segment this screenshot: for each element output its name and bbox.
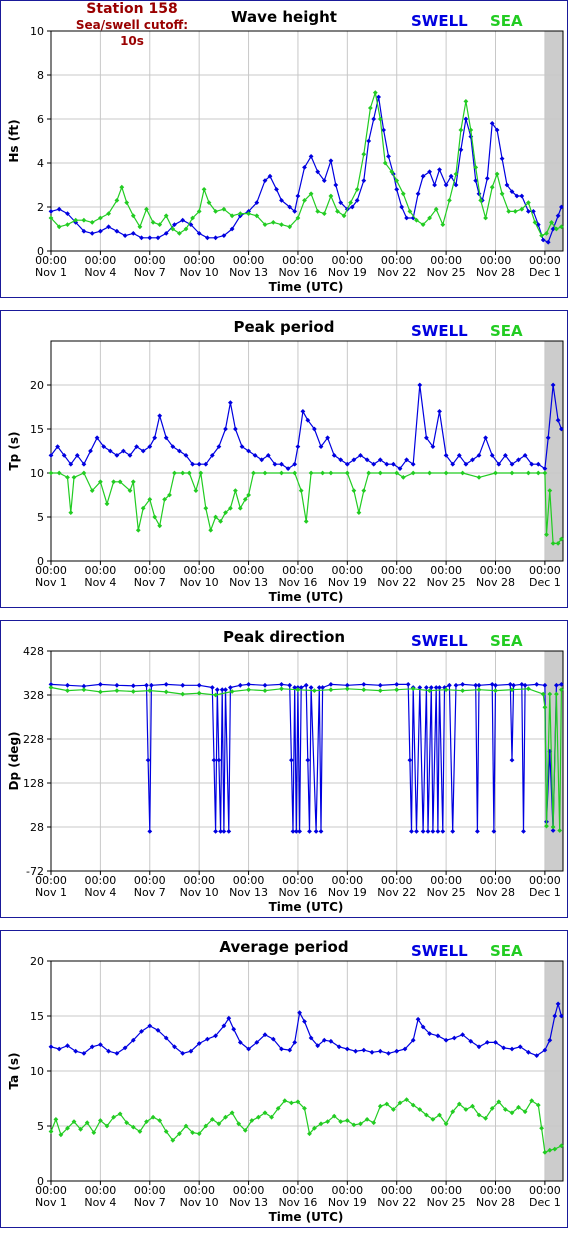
plot-area — [51, 341, 563, 561]
y-tick-label: 10 — [30, 1065, 44, 1078]
chart-title: Peak period — [234, 318, 335, 336]
shaded-region — [544, 31, 563, 251]
x-tick-date-label: Nov 4 — [84, 266, 116, 279]
legend-sea: SEA — [490, 632, 523, 650]
cutoff-note: Sea/swell cutoff: 10s — [75, 18, 189, 48]
x-tick-date-label: Nov 13 — [229, 266, 268, 279]
x-axis-label: Time (UTC) — [269, 280, 344, 294]
y-tick-label: 328 — [23, 689, 44, 702]
y-axis-label: Dp (deg) — [7, 731, 21, 790]
y-tick-label: 10 — [30, 467, 44, 480]
chart-panel-wave-height: 0 2 4 6 8 10 00:00 Nov 1 00:00 Nov 4 00:00 Nov 7 00:… — [0, 0, 568, 298]
legend-sea: SEA — [490, 12, 523, 30]
x-tick-date-label: Nov 10 — [180, 886, 219, 899]
x-tick-date-label: Nov 13 — [229, 886, 268, 899]
x-axis-label: Time (UTC) — [269, 1210, 344, 1224]
x-tick-date-label: Nov 19 — [328, 576, 367, 589]
chart-panel-peak-period: 0 5 10 15 20 00:00 Nov 1 00:00 Nov 4 00:00 Nov 7 00… — [0, 310, 568, 608]
legend-swell: SWELL — [411, 632, 468, 650]
chart-panel-peak-direction: -72 28 128 228 328 428 00:00 Nov 1 00:00 Nov 4 00:… — [0, 620, 568, 918]
y-axis-label: Hs (ft) — [7, 119, 21, 162]
y-tick-label: 128 — [23, 777, 44, 790]
y-tick-label: 8 — [37, 69, 44, 82]
x-tick-date-label: Nov 4 — [84, 886, 116, 899]
y-tick-label: 2 — [37, 201, 44, 214]
station-name: Station 158 — [86, 1, 178, 17]
legend-sea: SEA — [490, 322, 523, 340]
peak-direction-chart: -722812822832842800:00Nov 100:00Nov 400:… — [7, 628, 564, 914]
x-tick-date-label: Nov 22 — [377, 886, 416, 899]
x-tick-date-label: Nov 4 — [84, 576, 116, 589]
y-tick-label: 428 — [23, 645, 44, 658]
x-tick-date-label: Dec 1 — [529, 1196, 561, 1209]
x-tick-date-label: Nov 7 — [134, 1196, 166, 1209]
x-tick-date-label: Nov 25 — [427, 576, 466, 589]
x-tick-date-label: Nov 25 — [427, 886, 466, 899]
y-tick-label: 5 — [37, 511, 44, 524]
x-tick-date-label: Nov 28 — [476, 576, 515, 589]
x-axis-label: Time (UTC) — [269, 900, 344, 914]
chart-title: Average period — [219, 938, 348, 956]
x-tick-date-label: Nov 22 — [377, 1196, 416, 1209]
legend-sea: SEA — [490, 942, 523, 960]
x-tick-date-label: Nov 7 — [134, 266, 166, 279]
x-tick-date-label: Nov 16 — [278, 576, 317, 589]
x-tick-date-label: Nov 10 — [180, 1196, 219, 1209]
x-tick-date-label: Nov 7 — [134, 576, 166, 589]
x-tick-date-label: Nov 16 — [278, 1196, 317, 1209]
x-tick-date-label: Nov 25 — [427, 266, 466, 279]
x-tick-date-label: Nov 19 — [328, 1196, 367, 1209]
y-tick-label: 4 — [37, 157, 44, 170]
x-tick-date-label: Nov 22 — [377, 576, 416, 589]
x-tick-date-label: Dec 1 — [529, 576, 561, 589]
x-tick-date-label: Nov 1 — [35, 1196, 67, 1209]
y-tick-label: 20 — [30, 955, 44, 968]
legend-swell: SWELL — [411, 322, 468, 340]
x-tick-date-label: Nov 22 — [377, 266, 416, 279]
x-tick-date-label: Dec 1 — [529, 266, 561, 279]
x-tick-date-label: Nov 28 — [476, 886, 515, 899]
x-tick-date-label: Nov 28 — [476, 1196, 515, 1209]
x-tick-date-label: Nov 13 — [229, 576, 268, 589]
y-axis-label: Ta (s) — [7, 1052, 21, 1089]
x-tick-date-label: Nov 19 — [328, 266, 367, 279]
shaded-region — [544, 341, 563, 561]
station-header: Station 158 Sea/swell cutoff: 10s — [67, 1, 197, 49]
y-tick-label: 10 — [30, 25, 44, 38]
y-tick-label: 228 — [23, 733, 44, 746]
y-tick-label: 15 — [30, 423, 44, 436]
x-tick-date-label: Nov 7 — [134, 886, 166, 899]
chart-panel-average-period: 0 5 10 15 20 00:00 Nov 1 00:00 Nov 4 00:00 Nov 7 00… — [0, 930, 568, 1228]
average-period-chart: 0510152000:00Nov 100:00Nov 400:00Nov 700… — [7, 938, 564, 1224]
x-tick-date-label: Nov 1 — [35, 576, 67, 589]
x-tick-date-label: Nov 19 — [328, 886, 367, 899]
x-tick-date-label: Nov 10 — [180, 266, 219, 279]
x-tick-date-label: Nov 28 — [476, 266, 515, 279]
x-tick-date-label: Nov 13 — [229, 1196, 268, 1209]
x-tick-date-label: Nov 4 — [84, 1196, 116, 1209]
y-tick-label: 28 — [30, 821, 44, 834]
x-tick-date-label: Nov 25 — [427, 1196, 466, 1209]
y-tick-label: 6 — [37, 113, 44, 126]
x-tick-date-label: Nov 16 — [278, 266, 317, 279]
chart-title: Wave height — [231, 8, 337, 26]
legend-swell: SWELL — [411, 12, 468, 30]
y-tick-label: 15 — [30, 1010, 44, 1023]
chart-title: Peak direction — [223, 628, 345, 646]
x-tick-date-label: Dec 1 — [529, 886, 561, 899]
x-axis-label: Time (UTC) — [269, 590, 344, 604]
x-tick-date-label: Nov 10 — [180, 576, 219, 589]
y-axis-label: Tp (s) — [7, 431, 21, 470]
x-tick-date-label: Nov 1 — [35, 266, 67, 279]
peak-period-chart: 0510152000:00Nov 100:00Nov 400:00Nov 700… — [7, 318, 564, 604]
x-tick-date-label: Nov 1 — [35, 886, 67, 899]
x-tick-date-label: Nov 16 — [278, 886, 317, 899]
y-tick-label: 20 — [30, 379, 44, 392]
y-tick-label: 5 — [37, 1120, 44, 1133]
legend-swell: SWELL — [411, 942, 468, 960]
